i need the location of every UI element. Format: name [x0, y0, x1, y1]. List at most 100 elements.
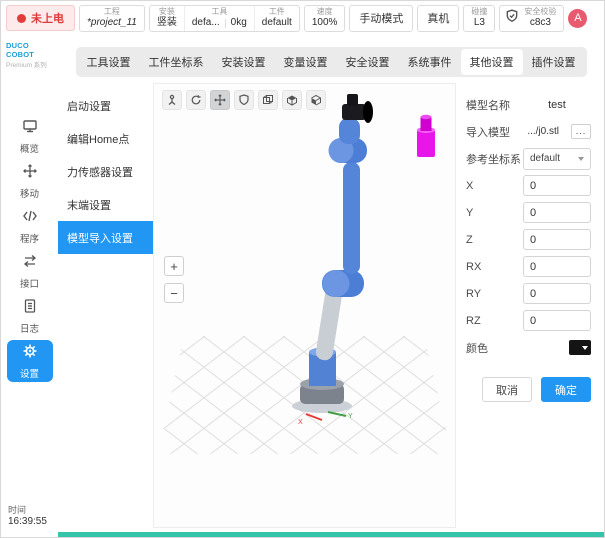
import-model-label: 导入模型	[466, 124, 510, 140]
tab-install-settings[interactable]: 安装设置	[213, 49, 275, 75]
axis-x-label: X	[298, 419, 303, 426]
zoom-out-button[interactable]: −	[164, 283, 184, 303]
submenu-item-startup[interactable]: 启动设置	[58, 89, 153, 122]
power-status-button[interactable]: 未上电	[6, 5, 75, 31]
safety-check-indicator[interactable]: 安全校验 c8c3	[499, 5, 564, 32]
sidebar-item-move[interactable]: 移动	[7, 160, 53, 202]
tab-safety-settings[interactable]: 安全设置	[337, 49, 399, 75]
tab-other-settings[interactable]: 其他设置	[461, 49, 523, 75]
rx-row: RX	[466, 253, 591, 280]
speed-value: 100%	[312, 17, 338, 29]
brand-title: DUCO COBOT	[6, 41, 56, 59]
safety-value: c8c3	[530, 17, 551, 29]
submenu-item-edit-home[interactable]: 编辑Home点	[58, 122, 153, 155]
cube-top-view-icon[interactable]	[282, 90, 302, 110]
color-label: 颜色	[466, 340, 488, 356]
safety-zone-icon[interactable]	[234, 90, 254, 110]
install-value: 竖装	[157, 17, 177, 29]
rz-input[interactable]	[523, 310, 591, 331]
real-machine-button[interactable]: 真机	[417, 5, 459, 32]
robot-3d-scene[interactable]: X Y	[154, 84, 455, 527]
tab-tool-settings[interactable]: 工具设置	[78, 49, 140, 75]
power-status-label: 未上电	[31, 10, 64, 26]
tab-plugin-settings[interactable]: 插件设置	[523, 49, 585, 75]
chevron-down-icon	[582, 346, 588, 350]
sidebar-item-settings[interactable]: 设置	[7, 340, 53, 382]
collision-value: L3	[474, 17, 485, 29]
speed-cell: 速度 100%	[305, 6, 345, 31]
sidebar-item-label: 日志	[20, 321, 39, 335]
rx-label: RX	[466, 261, 481, 273]
pan-view-icon[interactable]	[210, 90, 230, 110]
z-row: Z	[466, 226, 591, 253]
z-label: Z	[466, 234, 473, 246]
time-value: 16:39:55	[8, 516, 58, 527]
tab-variable-settings[interactable]: 变量设置	[275, 49, 337, 75]
form-actions: 取消 确定	[466, 377, 591, 402]
rotate-view-icon[interactable]	[186, 90, 206, 110]
tab-workpiece-frame[interactable]: 工件坐标系	[140, 49, 213, 75]
cube-front-view-icon[interactable]	[306, 90, 326, 110]
collision-indicator[interactable]: 碰撞 L3	[463, 5, 495, 32]
submenu-item-force-sensor[interactable]: 力传感器设置	[58, 155, 153, 188]
import-zone: .../j0.stl ...	[527, 124, 591, 139]
model-name-value: test	[523, 99, 591, 111]
submenu-item-model-import[interactable]: 模型导入设置	[58, 221, 153, 254]
tool-divider	[225, 19, 226, 28]
x-input[interactable]	[523, 175, 591, 196]
sidebar-item-interface[interactable]: 接口	[7, 250, 53, 292]
code-icon	[22, 208, 38, 229]
reference-frame-label: 参考坐标系	[466, 151, 521, 167]
safety-cell: 安全校验 c8c3	[522, 6, 558, 31]
cube-wire-icon[interactable]	[258, 90, 278, 110]
import-model-row: 导入模型 .../j0.stl ...	[466, 118, 591, 145]
speed-selector[interactable]: 速度 100%	[304, 5, 346, 32]
gear-icon	[22, 343, 38, 364]
robot-3d-viewport[interactable]: + −	[153, 83, 456, 528]
confirm-button[interactable]: 确定	[541, 377, 591, 402]
sidebar-nav: 概览 移动 程序 接口 日志 设置	[1, 115, 58, 382]
reference-frame-select[interactable]: default	[523, 148, 591, 170]
sidebar-item-log[interactable]: 日志	[7, 295, 53, 337]
robot-config-group: 安装 竖装 工具 defa... 0kg 工件 default	[149, 5, 300, 32]
tcp-frame-icon[interactable]	[162, 90, 182, 110]
import-model-path: .../j0.stl	[527, 126, 559, 137]
tool-name: defa...	[192, 17, 220, 29]
zoom-in-button[interactable]: +	[164, 256, 184, 276]
rx-input[interactable]	[523, 256, 591, 277]
project-label: 工程	[104, 7, 120, 17]
bottom-accent-strip	[58, 532, 604, 537]
submenu-item-end-effector[interactable]: 末端设置	[58, 188, 153, 221]
workpiece-selector[interactable]: 工件 default	[254, 6, 299, 31]
sidebar-item-overview[interactable]: 概览	[7, 115, 53, 157]
settings-submenu: 启动设置 编辑Home点 力传感器设置 末端设置 模型导入设置	[58, 83, 153, 532]
y-input[interactable]	[523, 202, 591, 223]
shield-check-icon	[505, 9, 519, 28]
z-input[interactable]	[523, 229, 591, 250]
avatar[interactable]: A	[568, 9, 587, 28]
power-status-icon	[17, 14, 26, 23]
reference-frame-value: default	[530, 153, 574, 164]
sidebar-item-label: 移动	[20, 186, 39, 200]
workpiece-value: default	[262, 17, 292, 29]
ry-label: RY	[466, 288, 481, 300]
project-selector[interactable]: 工程 *project_11	[79, 5, 145, 32]
ry-input[interactable]	[523, 283, 591, 304]
manual-mode-button[interactable]: 手动模式	[349, 5, 413, 32]
brand-logo: DUCO COBOT Premium 系列	[1, 35, 58, 69]
project-cell: 工程 *project_11	[80, 6, 144, 31]
model-name-row: 模型名称 test	[466, 91, 591, 118]
model-import-form: 模型名称 test 导入模型 .../j0.stl ... 参考坐标系 defa…	[456, 83, 604, 532]
settings-tab-bar: 工具设置 工件坐标系 安装设置 变量设置 安全设置 系统事件 其他设置 插件设置	[76, 47, 587, 77]
tab-system-events[interactable]: 系统事件	[399, 49, 461, 75]
robot-control-app: 未上电 工程 *project_11 安装 竖装 工具 defa... 0kg	[0, 0, 605, 538]
sidebar-item-program[interactable]: 程序	[7, 205, 53, 247]
imported-model-object	[417, 115, 435, 157]
browse-file-button[interactable]: ...	[571, 124, 591, 139]
tool-selector[interactable]: 工具 defa... 0kg	[184, 6, 254, 31]
install-selector[interactable]: 安装 竖装	[150, 6, 184, 31]
install-label: 安装	[159, 7, 175, 17]
avatar-letter: A	[574, 12, 581, 24]
cancel-button[interactable]: 取消	[482, 377, 532, 402]
color-picker[interactable]	[569, 340, 591, 355]
